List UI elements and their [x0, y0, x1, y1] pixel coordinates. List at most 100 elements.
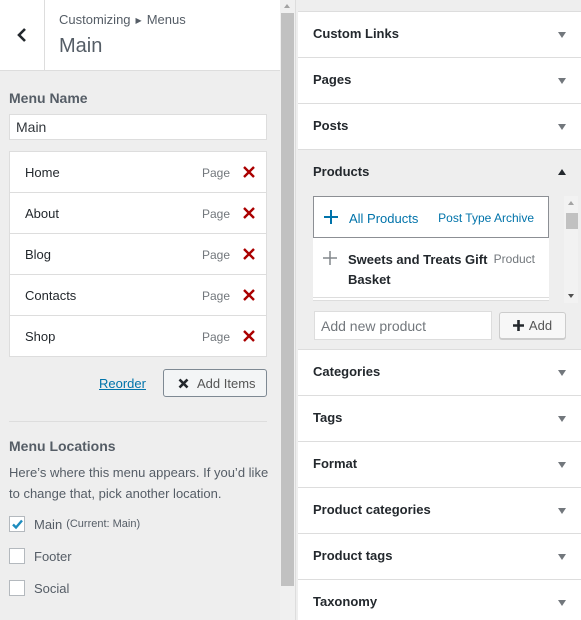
- location-note: (Current: Main): [66, 518, 141, 530]
- product-type: Post Type Archive: [438, 211, 534, 225]
- location-label: Main: [34, 516, 63, 532]
- menu-items-list: Home Page About Page Blog Page Contacts …: [9, 151, 267, 357]
- menu-item-title: About: [25, 206, 59, 221]
- location-social-checkbox[interactable]: Social: [9, 580, 69, 596]
- menu-item-title: Shop: [25, 329, 56, 344]
- checkbox[interactable]: [9, 580, 25, 596]
- menu-item-type: Page: [201, 248, 230, 262]
- menu-name-label: Menu Name: [9, 90, 88, 106]
- menu-item-type: Page: [201, 207, 230, 221]
- menu-editor-pane: Customizing ▶ Menus Main Menu Name Home Pa…: [0, 0, 280, 620]
- menu-item-type: Page: [201, 330, 230, 344]
- menu-item[interactable]: Shop Page: [10, 316, 266, 356]
- location-label: Footer: [34, 548, 72, 564]
- expand-arrow-icon: [558, 508, 566, 514]
- menu-item-title: Contacts: [25, 288, 77, 303]
- location-label: Social: [34, 580, 70, 596]
- close-x-icon: [178, 378, 189, 388]
- section-title[interactable]: Products: [313, 164, 369, 179]
- delete-x-icon[interactable]: [242, 165, 256, 179]
- plus-icon: [324, 210, 338, 224]
- add-items-button[interactable]: Add Items: [163, 369, 267, 397]
- section-title: Custom Links: [313, 26, 399, 41]
- scrollbar-thumb[interactable]: [566, 213, 578, 229]
- breadcrumb-child: Menus: [146, 12, 186, 27]
- scroll-up-arrow-icon[interactable]: [568, 201, 574, 205]
- expand-arrow-icon: [558, 78, 566, 84]
- products-scrollbar[interactable]: [564, 196, 578, 303]
- section-title: Pages: [313, 72, 352, 87]
- delete-x-icon[interactable]: [242, 247, 256, 261]
- menu-item-title: Home: [25, 165, 60, 180]
- menu-locations-label: Menu Locations: [9, 438, 116, 454]
- products-list: All Products Post Type Archive Sweets an…: [313, 196, 549, 301]
- divider: [9, 421, 267, 422]
- section-title: Product categories: [313, 502, 431, 517]
- breadcrumb-root: Customizing: [59, 12, 131, 27]
- scrollbar-thumb[interactable]: [281, 13, 294, 586]
- section-title: Format: [313, 456, 358, 471]
- panel-title: Main: [59, 35, 103, 57]
- scroll-up-arrow-icon[interactable]: [284, 4, 290, 8]
- add-label: Add: [528, 318, 553, 333]
- delete-x-icon[interactable]: [242, 329, 256, 343]
- add-items-label: Add Items: [197, 375, 256, 391]
- plus-icon: [512, 320, 524, 331]
- product-name: All Products: [349, 211, 419, 226]
- menu-item-title: Blog: [25, 247, 52, 262]
- breadcrumb: Customizing ▶ Menus: [59, 12, 186, 27]
- add-new-product-input[interactable]: [314, 311, 492, 340]
- menu-item-type: Page: [201, 289, 230, 303]
- plus-icon: [323, 251, 337, 265]
- checkmark-icon: [12, 519, 23, 530]
- section-custom-links[interactable]: Custom Links: [298, 11, 581, 57]
- section-products: Products All Products Post Type Archive …: [298, 149, 581, 349]
- collapse-arrow-icon[interactable]: [558, 169, 566, 175]
- expand-arrow-icon: [558, 600, 566, 606]
- expand-arrow-icon: [558, 462, 566, 468]
- expand-arrow-icon: [558, 370, 566, 376]
- menu-name-input[interactable]: [9, 114, 267, 140]
- checkbox[interactable]: [9, 516, 25, 532]
- section-posts[interactable]: Posts: [298, 103, 581, 149]
- checkbox[interactable]: [9, 548, 25, 564]
- section-product-categories[interactable]: Product categories: [298, 487, 581, 533]
- menu-item[interactable]: Blog Page: [10, 234, 266, 275]
- product-type: Product: [493, 252, 535, 266]
- menu-item-type: Page: [201, 166, 230, 180]
- section-product-tags[interactable]: Product tags: [298, 533, 581, 579]
- menu-item[interactable]: Contacts Page: [10, 275, 266, 316]
- menu-item[interactable]: About Page: [10, 193, 266, 234]
- product-item[interactable]: Sweets and Treats Gift Basket Product: [313, 238, 549, 298]
- delete-x-icon[interactable]: [242, 288, 256, 302]
- section-title: Posts: [313, 118, 349, 133]
- expand-arrow-icon: [558, 32, 566, 38]
- expand-arrow-icon: [558, 124, 566, 130]
- chevron-left-icon: [17, 28, 26, 42]
- section-categories[interactable]: Categories: [298, 349, 581, 395]
- section-title: Product tags: [313, 548, 393, 563]
- delete-x-icon[interactable]: [242, 206, 256, 220]
- back-button[interactable]: [0, 0, 45, 70]
- product-name: Sweets and Treats Gift Basket: [348, 252, 488, 287]
- menu-locations-description: Here’s where this menu appears. If you’d…: [9, 465, 269, 501]
- location-footer-checkbox[interactable]: Footer: [9, 548, 72, 564]
- section-title: Taxonomy: [313, 594, 378, 609]
- menu-item[interactable]: Home Page: [10, 152, 266, 193]
- product-item[interactable]: All Products Post Type Archive: [313, 196, 549, 238]
- expand-arrow-icon: [558, 554, 566, 560]
- add-product-button[interactable]: Add: [499, 312, 566, 339]
- reorder-link[interactable]: Reorder: [99, 376, 146, 391]
- section-tags[interactable]: Tags: [298, 395, 581, 441]
- left-scrollbar[interactable]: [280, 0, 295, 620]
- expand-arrow-icon: [558, 416, 566, 422]
- panel-header: Customizing ▶ Menus Main: [0, 0, 280, 71]
- location-main-checkbox[interactable]: Main (Current: Main): [9, 516, 140, 532]
- section-title: Categories: [313, 364, 381, 379]
- available-items-pane: Custom Links Pages Posts Products All Pr…: [295, 0, 581, 620]
- section-taxonomy[interactable]: Taxonomy: [298, 579, 581, 620]
- scroll-down-arrow-icon[interactable]: [568, 294, 574, 298]
- section-title: Tags: [313, 410, 343, 425]
- section-pages[interactable]: Pages: [298, 57, 581, 103]
- section-format[interactable]: Format: [298, 441, 581, 487]
